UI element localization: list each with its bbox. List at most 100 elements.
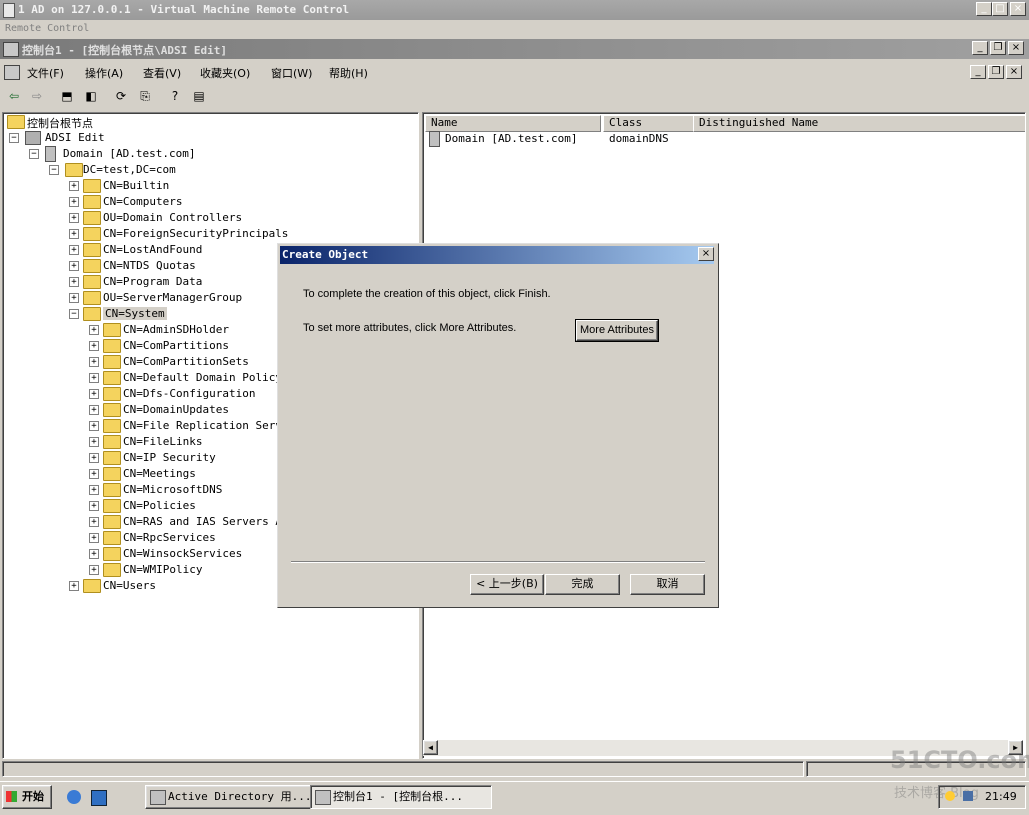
help-icon[interactable]: ?	[166, 88, 184, 104]
forward-arrow-icon[interactable]: ⇨	[28, 88, 46, 104]
tree-node-label: OU=Domain Controllers	[103, 211, 243, 224]
mmc-minimize-button[interactable]: _	[972, 41, 988, 55]
folder-icon	[103, 499, 121, 513]
more-attributes-button[interactable]: More Attributes	[575, 319, 659, 342]
collapse-toggle-icon[interactable]: −	[29, 149, 39, 159]
expand-toggle-icon[interactable]: +	[69, 277, 79, 287]
expand-toggle-icon[interactable]: +	[69, 581, 79, 591]
tree-node-label: CN=MicrosoftDNS	[123, 483, 223, 496]
menu-help[interactable]: 帮助(H)	[329, 65, 368, 81]
expand-toggle-icon[interactable]: +	[69, 213, 79, 223]
table-row[interactable]: Domain [AD.test.com] domainDNS	[429, 131, 1009, 147]
tree-node-label: CN=ComPartitions	[123, 339, 229, 352]
expand-toggle-icon[interactable]: +	[89, 453, 99, 463]
back-button[interactable]: < 上一步(B)	[470, 574, 544, 595]
folder-icon	[83, 179, 101, 193]
child-restore-button[interactable]: ❐	[988, 65, 1004, 79]
folder-icon	[103, 355, 121, 369]
properties-icon[interactable]: ▤	[190, 88, 208, 104]
tree-node-label: CN=Computers	[103, 195, 183, 208]
folder-icon	[83, 579, 101, 593]
task-label: Active Directory 用...	[168, 790, 312, 803]
expand-toggle-icon[interactable]: +	[89, 421, 99, 431]
desktop-quicklaunch-icon[interactable]	[91, 790, 107, 806]
export-list-icon[interactable]: ⎘	[136, 88, 154, 104]
vm-maximize-button[interactable]: □	[992, 2, 1008, 16]
task-active-directory[interactable]: Active Directory 用...	[145, 785, 327, 809]
dialog-separator	[291, 561, 705, 563]
expand-toggle-icon[interactable]: +	[89, 389, 99, 399]
expand-toggle-icon[interactable]: +	[89, 437, 99, 447]
dialog-close-button[interactable]: ×	[698, 247, 714, 261]
expand-toggle-icon[interactable]: +	[89, 373, 99, 383]
expand-toggle-icon[interactable]: +	[89, 501, 99, 511]
folder-icon	[83, 291, 101, 305]
expand-toggle-icon[interactable]: +	[89, 469, 99, 479]
menu-window[interactable]: 窗口(W)	[271, 65, 312, 81]
expand-toggle-icon[interactable]: +	[89, 341, 99, 351]
tree-node-label: CN=WMIPolicy	[123, 563, 203, 576]
child-minimize-button[interactable]: _	[970, 65, 986, 79]
tree-node-label: CN=FileLinks	[123, 435, 203, 448]
toolbar: ⇦ ⇨ ⬒ ◧ ⟳ ⎘ ? ▤	[0, 85, 1029, 109]
expand-toggle-icon[interactable]: +	[69, 181, 79, 191]
menu-file[interactable]: 文件(F)	[27, 65, 64, 81]
mmc-restore-button[interactable]: ❐	[990, 41, 1006, 55]
collapse-toggle-icon[interactable]: −	[9, 133, 19, 143]
dialog-title: Create Object	[282, 248, 369, 261]
collapse-toggle-icon[interactable]: −	[69, 309, 79, 319]
active-directory-icon	[150, 790, 166, 805]
folder-icon	[83, 275, 101, 289]
back-arrow-icon[interactable]: ⇦	[5, 88, 23, 104]
expand-toggle-icon[interactable]: +	[89, 485, 99, 495]
expand-toggle-icon[interactable]: +	[89, 325, 99, 335]
scroll-left-icon[interactable]: ◀	[423, 740, 438, 755]
ie-quicklaunch-icon[interactable]	[67, 790, 81, 804]
menu-favorites[interactable]: 收藏夹(O)	[200, 65, 250, 81]
up-folder-icon[interactable]: ⬒	[58, 88, 76, 104]
expand-toggle-icon[interactable]: +	[89, 357, 99, 367]
tree-node-label: 控制台根节点	[27, 117, 93, 130]
column-header-dn[interactable]: Distinguished Name	[693, 115, 1025, 132]
system-tray: 21:49	[938, 785, 1026, 809]
expand-toggle-icon[interactable]: +	[69, 245, 79, 255]
child-close-button[interactable]: ×	[1006, 65, 1022, 79]
console-icon[interactable]	[4, 65, 20, 80]
task-console[interactable]: 控制台1 - [控制台根...	[310, 785, 492, 809]
expand-toggle-icon[interactable]: +	[89, 549, 99, 559]
folder-icon	[103, 483, 121, 497]
expand-toggle-icon[interactable]: +	[69, 197, 79, 207]
expand-toggle-icon[interactable]: +	[69, 293, 79, 303]
tree-node-label: CN=Policies	[123, 499, 196, 512]
vm-title-bar[interactable]: 1 AD on 127.0.0.1 - Virtual Machine Remo…	[0, 0, 1029, 20]
expand-toggle-icon[interactable]: +	[69, 261, 79, 271]
tree-node-label: DC=test,DC=com	[83, 163, 176, 176]
remote-control-menu[interactable]: Remote Control	[5, 23, 89, 34]
column-header-class[interactable]: Class	[603, 115, 694, 132]
expand-toggle-icon[interactable]: +	[89, 517, 99, 527]
start-label: 开始	[22, 790, 44, 803]
menu-view[interactable]: 查看(V)	[143, 65, 181, 81]
menu-action[interactable]: 操作(A)	[85, 65, 123, 81]
mmc-close-button[interactable]: ×	[1008, 41, 1024, 55]
network-icon[interactable]	[945, 791, 955, 801]
dialog-title-bar[interactable]: Create Object ×	[280, 246, 714, 264]
vm-close-button[interactable]: ×	[1010, 2, 1026, 16]
more-attributes-instruction: To set more attributes, click More Attri…	[303, 322, 517, 334]
vm-minimize-button[interactable]: _	[976, 2, 992, 16]
collapse-toggle-icon[interactable]: −	[49, 165, 59, 175]
expand-toggle-icon[interactable]: +	[69, 229, 79, 239]
finish-button[interactable]: 完成	[545, 574, 620, 595]
start-button[interactable]: 开始	[2, 785, 52, 809]
refresh-icon[interactable]: ⟳	[112, 88, 130, 104]
mmc-title-bar[interactable]: 控制台1 - [控制台根节点\ADSI Edit] _ ❐ ×	[0, 39, 1029, 59]
expand-toggle-icon[interactable]: +	[89, 405, 99, 415]
server-icon	[45, 146, 56, 162]
expand-toggle-icon[interactable]: +	[89, 565, 99, 575]
menu-bar: 文件(F) 操作(A) 查看(V) 收藏夹(O) 窗口(W) 帮助(H) _ ❐…	[0, 61, 1029, 83]
expand-toggle-icon[interactable]: +	[89, 533, 99, 543]
cancel-button[interactable]: 取消	[630, 574, 705, 595]
column-header-name[interactable]: Name	[425, 115, 601, 132]
volume-icon[interactable]	[963, 791, 973, 801]
show-tree-icon[interactable]: ◧	[82, 88, 100, 104]
